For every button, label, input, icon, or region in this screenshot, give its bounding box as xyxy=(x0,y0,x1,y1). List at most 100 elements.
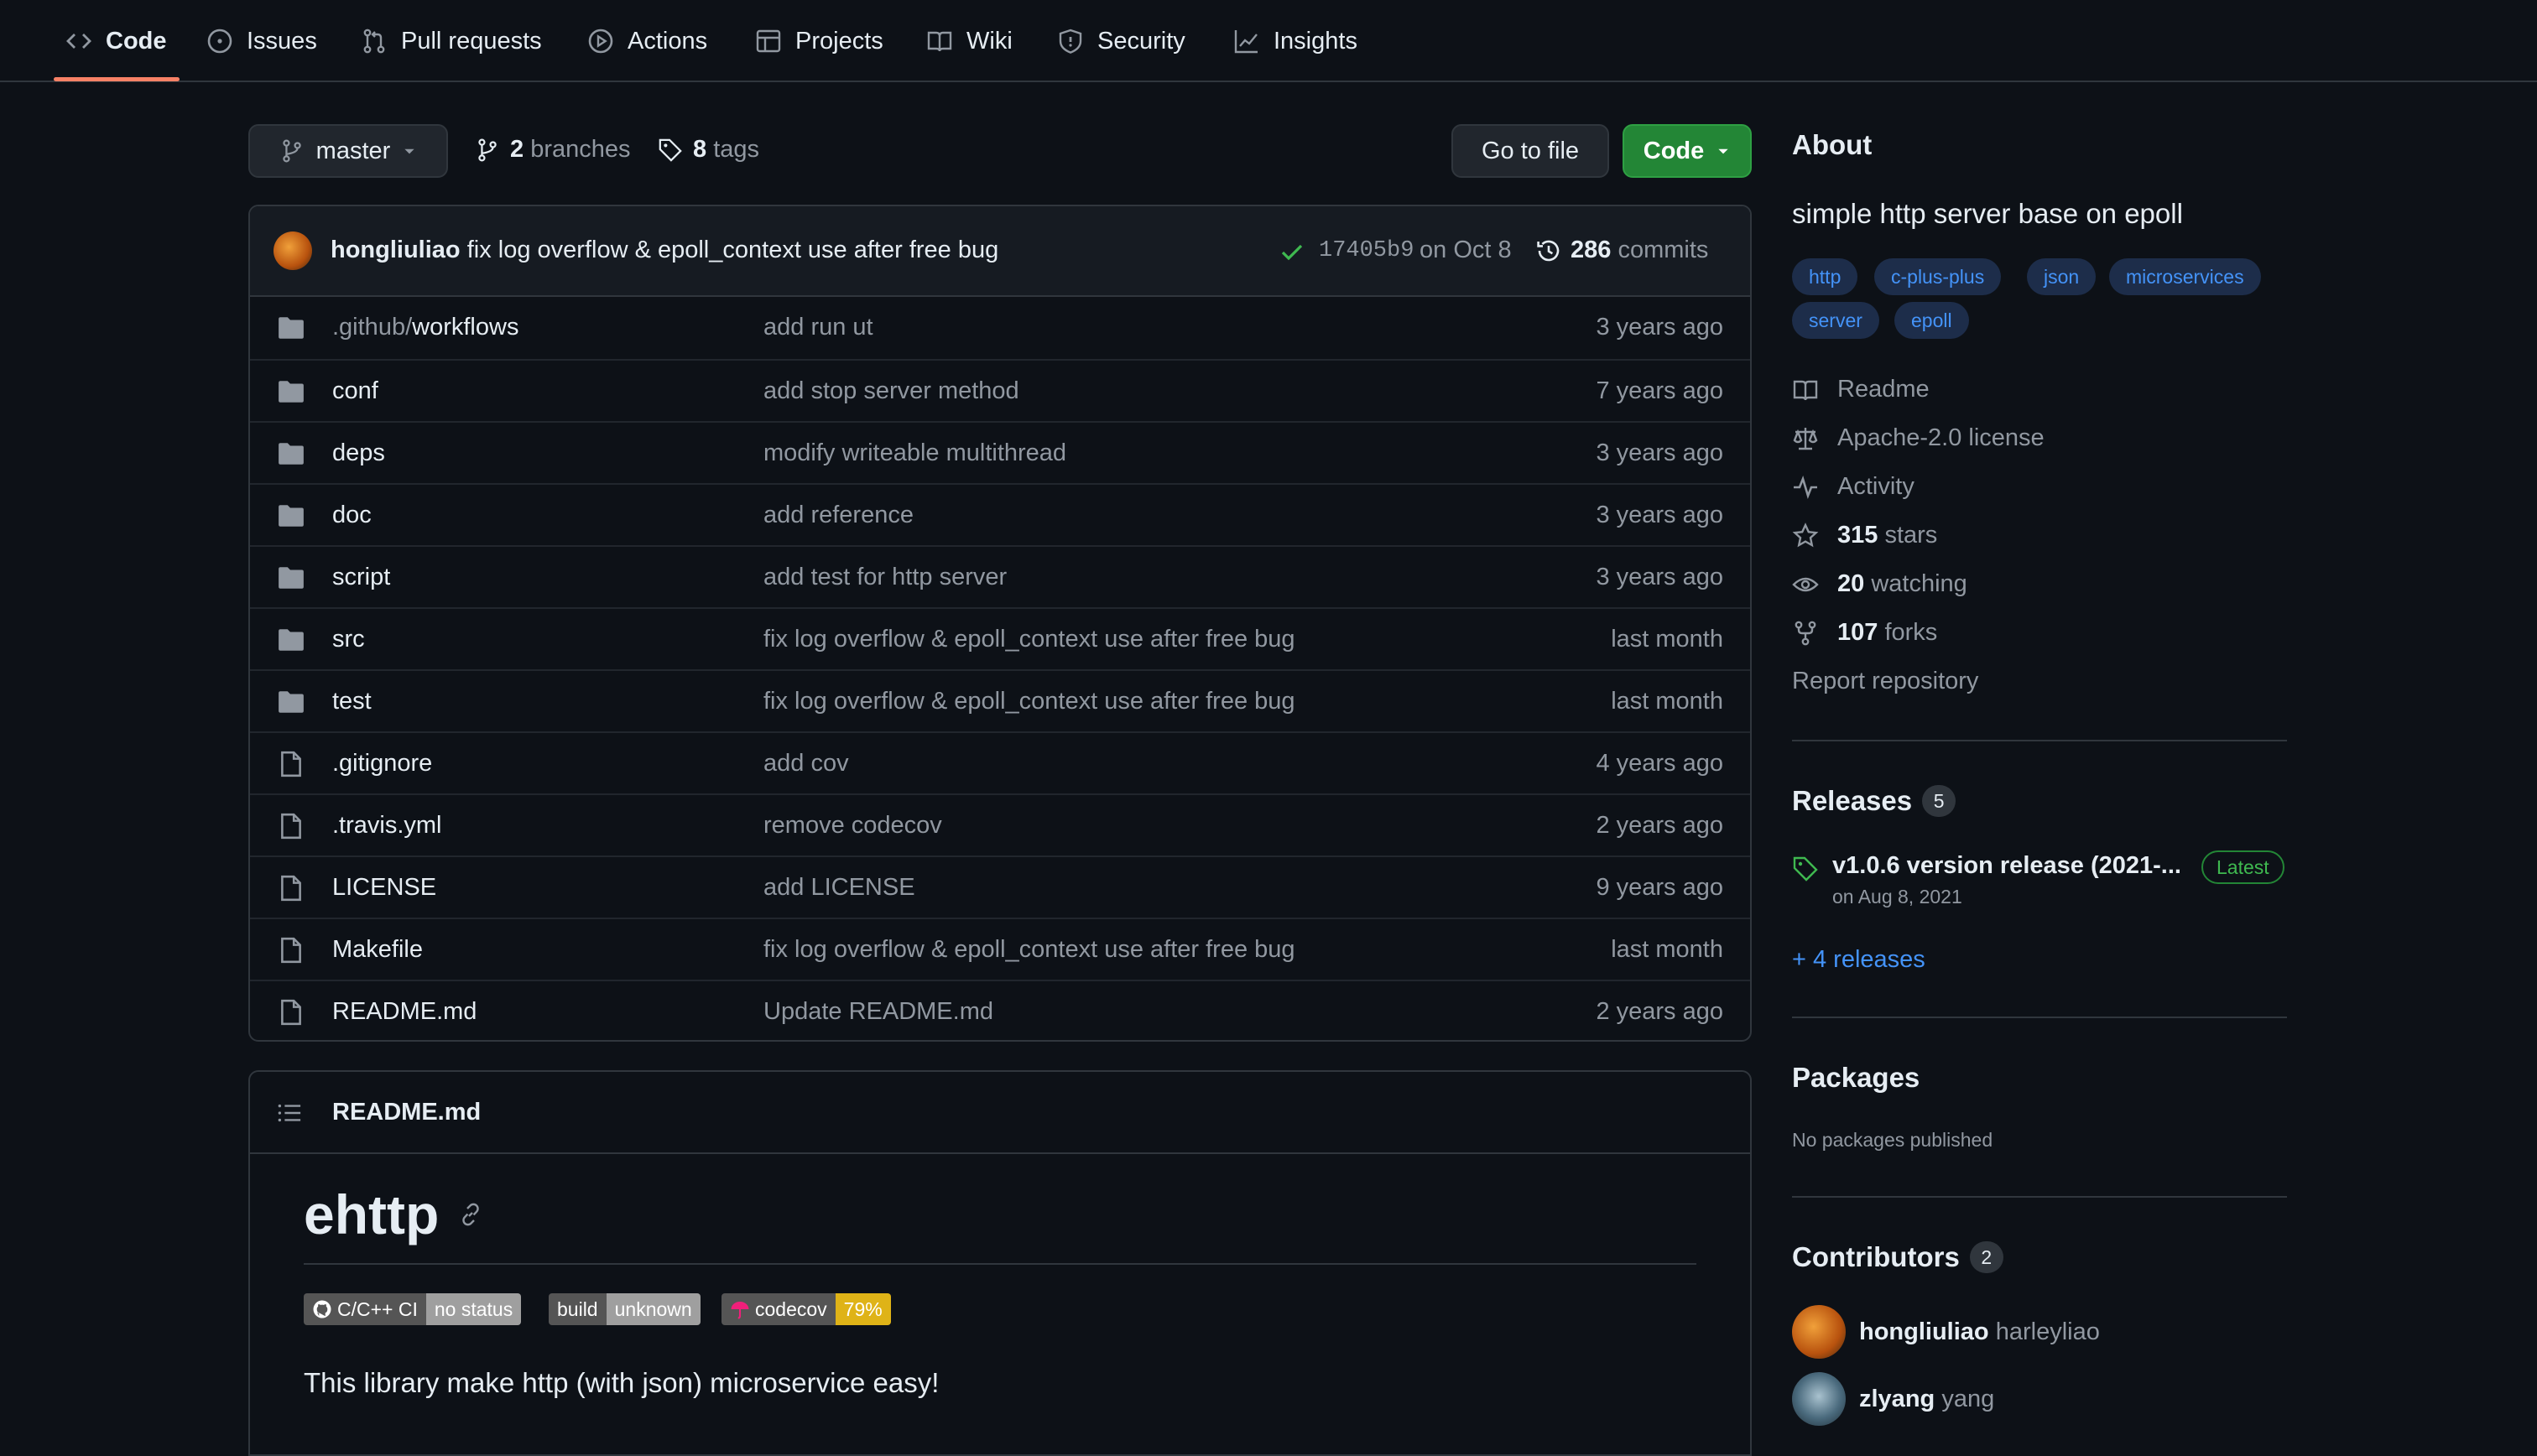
file-commit-message[interactable]: fix log overflow & epoll_context use aft… xyxy=(763,936,1295,964)
branch-name: master xyxy=(315,137,391,164)
file-commit-message[interactable]: remove codecov xyxy=(763,812,942,840)
branches-link[interactable]: 2 branches xyxy=(475,136,631,164)
code-dropdown-button[interactable]: Code xyxy=(1623,124,1752,178)
file-row[interactable]: conf add stop server method 7 years ago xyxy=(250,359,1750,421)
latest-release-title[interactable]: v1.0.6 version release (2021-... xyxy=(1832,852,2181,880)
tab-code[interactable]: Code xyxy=(65,0,167,82)
topic-microservices[interactable]: microservices xyxy=(2109,258,2261,295)
tab-insights[interactable]: Insights xyxy=(1233,0,1357,82)
readme-link[interactable]: Readme xyxy=(1792,376,1930,403)
file-row[interactable]: LICENSE add LICENSE 9 years ago xyxy=(250,855,1750,918)
file-name[interactable]: Makefile xyxy=(332,936,423,964)
releases-counter: 5 xyxy=(1922,785,1956,817)
avatar[interactable] xyxy=(1792,1305,1846,1359)
badge-ci-left: C/C++ CI xyxy=(337,1297,418,1320)
tags-link[interactable]: 8 tags xyxy=(658,136,759,164)
tab-pull-requests[interactable]: Pull requests xyxy=(361,0,542,82)
tab-projects[interactable]: Projects xyxy=(755,0,883,82)
file-name[interactable]: doc xyxy=(332,502,372,529)
avatar[interactable] xyxy=(273,231,312,270)
file-row[interactable]: script add test for http server 3 years ag… xyxy=(250,545,1750,607)
commit-author[interactable]: hongliuliao xyxy=(331,237,461,263)
forks-link[interactable]: 107 forks xyxy=(1792,619,1937,647)
license-link[interactable]: Apache-2.0 license xyxy=(1792,424,2045,452)
file-name[interactable]: src xyxy=(332,626,365,653)
sidebar-divider xyxy=(1792,740,2287,741)
topic-c-plus-plus[interactable]: c-plus-plus xyxy=(1874,258,2002,295)
topic-json[interactable]: json xyxy=(2027,258,2097,295)
file-commit-message[interactable]: add reference xyxy=(763,502,914,529)
activity-link[interactable]: Activity xyxy=(1792,473,1914,501)
file-commit-message[interactable]: modify writeable multithread xyxy=(763,439,1066,467)
git-branch-icon xyxy=(282,139,301,163)
avatar[interactable] xyxy=(1792,1372,1846,1426)
file-row[interactable]: deps modify writeable multithread 3 years … xyxy=(250,421,1750,483)
badge-build-left: build xyxy=(549,1293,607,1325)
releases-heading[interactable]: Releases 5 xyxy=(1792,785,1956,817)
file-commit-message[interactable]: add cov xyxy=(763,750,849,777)
file-row[interactable]: src fix log overflow & epoll_context use … xyxy=(250,607,1750,669)
file-row[interactable]: Makefile fix log overflow & epoll_context… xyxy=(250,918,1750,980)
badge-codecov[interactable]: codecov 79% xyxy=(722,1293,891,1325)
file-commit-message[interactable]: add test for http server xyxy=(763,564,1007,591)
file-row[interactable]: README.md Update README.md 2 years ago xyxy=(250,980,1750,1040)
file-name[interactable]: .travis.yml xyxy=(332,812,442,840)
file-name[interactable]: conf xyxy=(332,377,378,405)
commit-date: on Oct 8 xyxy=(1420,237,1512,263)
tab-issues[interactable]: Issues xyxy=(206,0,317,82)
packages-heading[interactable]: Packages xyxy=(1792,1062,1920,1094)
file-name-text: test xyxy=(332,688,372,715)
tag-icon xyxy=(659,138,682,162)
commits-link[interactable]: 286 commits xyxy=(1535,237,1708,264)
file-name[interactable]: deps xyxy=(332,439,385,467)
file-commit-message[interactable]: fix log overflow & epoll_context use aft… xyxy=(763,688,1295,715)
file-row[interactable]: .github/workflows add run ut 3 years ago xyxy=(250,297,1750,359)
topic-http[interactable]: http xyxy=(1792,258,1858,295)
file-commit-message[interactable]: Update README.md xyxy=(763,998,993,1026)
check-icon[interactable] xyxy=(1279,238,1305,265)
file-name[interactable]: LICENSE xyxy=(332,874,436,902)
commit-sha[interactable]: 17405b9 xyxy=(1319,238,1414,263)
readme-filename[interactable]: README.md xyxy=(332,1099,481,1126)
branch-select-button[interactable]: master xyxy=(248,124,448,178)
contributor-1[interactable]: hongliuliao harleyliao xyxy=(1859,1318,2100,1346)
file-commit-message[interactable]: fix log overflow & epoll_context use aft… xyxy=(763,626,1295,653)
commit-message[interactable]: fix log overflow & epoll_context use aft… xyxy=(467,237,999,263)
file-commit-message[interactable]: add stop server method xyxy=(763,377,1019,405)
file-name[interactable]: README.md xyxy=(332,998,477,1026)
file-row[interactable]: .travis.yml remove codecov 2 years ago xyxy=(250,793,1750,855)
topic-epoll[interactable]: epoll xyxy=(1894,302,1969,339)
file-name[interactable]: test xyxy=(332,688,372,715)
file-name[interactable]: script xyxy=(332,564,390,591)
file-commit-time: 7 years ago xyxy=(1596,377,1723,404)
file-commit-time: last month xyxy=(1611,936,1723,963)
file-row[interactable]: test fix log overflow & epoll_context use… xyxy=(250,669,1750,731)
file-name[interactable]: .gitignore xyxy=(332,750,432,777)
eye-icon xyxy=(1792,577,1819,591)
file-commit-message[interactable]: add LICENSE xyxy=(763,874,915,902)
tab-security[interactable]: Security xyxy=(1057,0,1185,82)
contributors-heading[interactable]: Contributors 2 xyxy=(1792,1241,2003,1273)
tab-actions[interactable]: Actions xyxy=(587,0,707,82)
badge-build[interactable]: build unknown xyxy=(549,1293,701,1325)
file-commit-message[interactable]: add run ut xyxy=(763,314,873,341)
law-icon xyxy=(1793,427,1818,450)
go-to-file-button[interactable]: Go to file xyxy=(1451,124,1609,178)
badge-codecov-right: 79% xyxy=(835,1293,891,1325)
report-repository-link[interactable]: Report repository xyxy=(1792,668,1978,695)
file-row[interactable]: .gitignore add cov 4 years ago xyxy=(250,731,1750,793)
stars-link[interactable]: 315 stars xyxy=(1792,522,1937,549)
link-icon[interactable] xyxy=(457,1201,484,1228)
tab-wiki[interactable]: Wiki xyxy=(926,0,1013,82)
contributor-2[interactable]: zlyang yang xyxy=(1859,1386,1994,1413)
code-button-label: Code xyxy=(1643,137,1705,164)
latest-release-date: on Aug 8, 2021 xyxy=(1832,886,1962,907)
more-releases-link[interactable]: + 4 releases xyxy=(1792,946,1925,974)
watchers-link[interactable]: 20 watching xyxy=(1792,570,1967,598)
readme-panel: README.md ehttp This library make http (… xyxy=(248,1070,1752,1456)
list-unordered-icon[interactable] xyxy=(277,1100,302,1126)
file-row[interactable]: doc add reference 3 years ago xyxy=(250,483,1750,545)
file-name[interactable]: .github/workflows xyxy=(332,314,518,341)
badge-ci[interactable]: C/C++ CI no status xyxy=(304,1293,522,1325)
topic-server[interactable]: server xyxy=(1792,302,1879,339)
